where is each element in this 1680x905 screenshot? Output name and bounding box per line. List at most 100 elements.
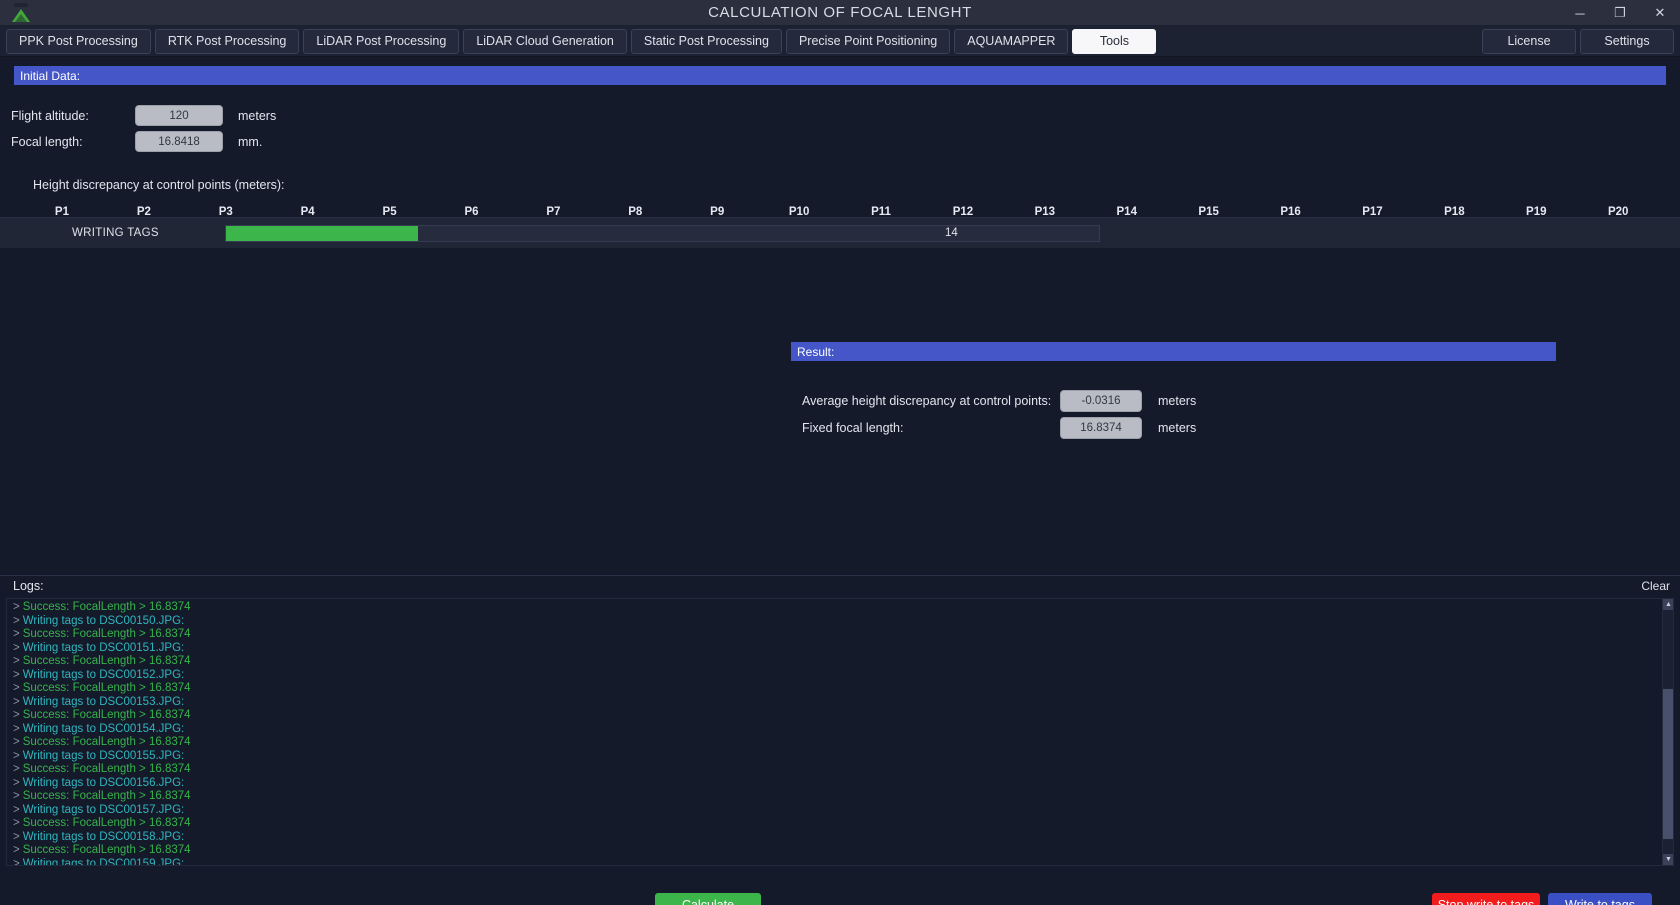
logs-scrollbar[interactable]: ▲ ▼ [1662, 599, 1673, 865]
log-line-text: Success: FocalLength > 16.8374 [22, 655, 191, 667]
logs-list: > Success: FocalLength > 16.8374 > Writing … [7, 599, 1673, 866]
tab-tools[interactable]: Tools [1072, 28, 1157, 54]
log-line-text: Writing tags to DSC00150.JPG: [22, 614, 185, 627]
focal-length-unit: mm. [238, 134, 263, 149]
calculate-button[interactable]: Calculate [655, 893, 761, 905]
log-line-text: Success: FocalLength > 16.8374 [22, 736, 191, 748]
height-discrepancy-title: Height discrepancy at control points (me… [33, 178, 285, 192]
log-line: > Success: FocalLength > 16.8374 [13, 844, 1673, 858]
log-line: > Success: FocalLength > 16.8374 [13, 709, 1673, 723]
log-line: > Success: FocalLength > 16.8374 [13, 601, 1673, 615]
log-arrow-icon: > [13, 736, 20, 748]
tab-rtk-post-processing[interactable]: RTK Post Processing [154, 28, 300, 54]
scroll-down-icon[interactable]: ▼ [1663, 854, 1673, 865]
initial-data-panel: Initial Data: [0, 57, 1680, 85]
log-line-text: Success: FocalLength > 16.8374 [22, 790, 191, 802]
log-line: > Writing tags to DSC00152.JPG: [13, 669, 1673, 683]
log-arrow-icon: > [13, 601, 20, 613]
log-arrow-icon: > [13, 790, 20, 802]
settings-button[interactable]: Settings [1580, 28, 1674, 54]
log-line: > Success: FocalLength > 16.8374 [13, 790, 1673, 804]
log-line-text: Success: FocalLength > 16.8374 [22, 682, 191, 694]
log-arrow-icon: > [13, 722, 20, 735]
log-arrow-icon: > [13, 763, 20, 775]
window-title: CALCULATION OF FOCAL LENGHT [708, 4, 972, 21]
initial-data-header: Initial Data: [14, 66, 1666, 85]
log-line-text: Success: FocalLength > 16.8374 [22, 709, 191, 721]
fixed-focal-length-unit: meters [1158, 421, 1197, 435]
log-line: > Writing tags to DSC00155.JPG: [13, 750, 1673, 764]
log-line: > Writing tags to DSC00154.JPG: [13, 723, 1673, 737]
log-line: > Writing tags to DSC00158.JPG: [13, 831, 1673, 845]
log-line: > Writing tags to DSC00153.JPG: [13, 696, 1673, 710]
title-bar: CALCULATION OF FOCAL LENGHT ─ ❐ ✕ [0, 0, 1680, 26]
scroll-up-icon[interactable]: ▲ [1663, 599, 1673, 610]
tab-lidar-cloud-generation[interactable]: LiDAR Cloud Generation [463, 28, 627, 54]
log-arrow-icon: > [13, 614, 20, 627]
field-row-flight-altitude: Flight altitude: 120 meters [0, 105, 1680, 126]
tab-lidar-post-processing[interactable]: LiDAR Post Processing [303, 28, 460, 54]
initial-data-fields: Flight altitude: 120 meters Focal length… [0, 105, 1680, 152]
tab-static-post-processing[interactable]: Static Post Processing [630, 28, 782, 54]
log-line-text: Writing tags to DSC00151.JPG: [22, 641, 185, 654]
tab-precise-point-positioning[interactable]: Precise Point Positioning [785, 28, 951, 54]
log-line-text: Writing tags to DSC00159.JPG: [22, 857, 185, 866]
minimize-icon[interactable]: ─ [1560, 0, 1600, 26]
log-line: > Success: FocalLength > 16.8374 [13, 655, 1673, 669]
field-row-focal-length: Focal length: 16.8418 mm. [0, 131, 1680, 152]
result-panel: Result: Average height discrepancy at co… [791, 342, 1556, 443]
clear-logs-button[interactable]: Clear [1641, 579, 1670, 593]
license-button[interactable]: License [1482, 28, 1576, 54]
result-rows: Average height discrepancy at control po… [791, 389, 1556, 440]
logs-title: Logs: [13, 579, 44, 593]
progress-bar-fill [226, 226, 419, 241]
logs-output-box[interactable]: > Success: FocalLength > 16.8374 > Writing … [6, 598, 1674, 866]
log-arrow-icon: > [13, 776, 20, 789]
log-arrow-icon: > [13, 641, 20, 654]
flight-altitude-input[interactable]: 120 [135, 105, 223, 126]
log-arrow-icon: > [13, 749, 20, 762]
log-arrow-icon: > [13, 668, 20, 681]
tab-aquamapper[interactable]: AQUAMAPPER [954, 28, 1069, 54]
log-arrow-icon: > [13, 803, 20, 816]
log-line: > Writing tags to DSC00156.JPG: [13, 777, 1673, 791]
main-tab-bar: PPK Post Processing RTK Post Processing … [0, 26, 1680, 57]
log-line: > Writing tags to DSC00159.JPG: [13, 857, 1673, 866]
log-line-text: Writing tags to DSC00152.JPG: [22, 668, 185, 681]
log-arrow-icon: > [13, 628, 20, 640]
result-row-average-discrepancy: Average height discrepancy at control po… [791, 389, 1556, 413]
log-arrow-icon: > [13, 844, 20, 856]
log-line: > Writing tags to DSC00151.JPG: [13, 642, 1673, 656]
write-to-tags-button[interactable]: Write to tags [1548, 893, 1652, 905]
log-line: > Success: FocalLength > 16.8374 [13, 736, 1673, 750]
status-bar: WRITING TAGS 14 [0, 217, 1680, 248]
fixed-focal-length-value: 16.8374 [1060, 417, 1142, 439]
maximize-icon[interactable]: ❐ [1600, 0, 1640, 26]
log-line-text: Success: FocalLength > 16.8374 [22, 817, 191, 829]
log-arrow-icon: > [13, 830, 20, 843]
average-discrepancy-label: Average height discrepancy at control po… [802, 394, 1052, 408]
log-line: > Success: FocalLength > 16.8374 [13, 763, 1673, 777]
logs-scrollbar-thumb[interactable] [1663, 689, 1673, 839]
logs-header: Logs: Clear [0, 576, 1680, 596]
focal-length-label: Focal length: [11, 134, 83, 149]
status-count: 14 [945, 227, 958, 239]
main-content: Initial Data: Flight altitude: 120 meter… [0, 57, 1680, 905]
log-line: > Writing tags to DSC00150.JPG: [13, 615, 1673, 629]
fixed-focal-length-label: Fixed focal length: [802, 421, 904, 435]
log-line-text: Writing tags to DSC00154.JPG: [22, 722, 185, 735]
status-label: WRITING TAGS [72, 227, 159, 239]
log-line-text: Success: FocalLength > 16.8374 [22, 844, 191, 856]
tab-ppk-post-processing[interactable]: PPK Post Processing [6, 28, 151, 54]
average-discrepancy-unit: meters [1158, 394, 1197, 408]
log-arrow-icon: > [13, 682, 20, 694]
log-line: > Success: FocalLength > 16.8374 [13, 682, 1673, 696]
stop-write-to-tags-button[interactable]: Stop write to tags [1432, 893, 1540, 905]
result-row-fixed-focal-length: Fixed focal length: 16.8374 meters [791, 416, 1556, 440]
close-icon[interactable]: ✕ [1640, 0, 1680, 26]
log-line-text: Writing tags to DSC00158.JPG: [22, 830, 185, 843]
average-discrepancy-value: -0.0316 [1060, 390, 1142, 412]
log-line: > Writing tags to DSC00157.JPG: [13, 804, 1673, 818]
focal-length-input[interactable]: 16.8418 [135, 131, 223, 152]
survey-marker-icon [8, 2, 34, 24]
